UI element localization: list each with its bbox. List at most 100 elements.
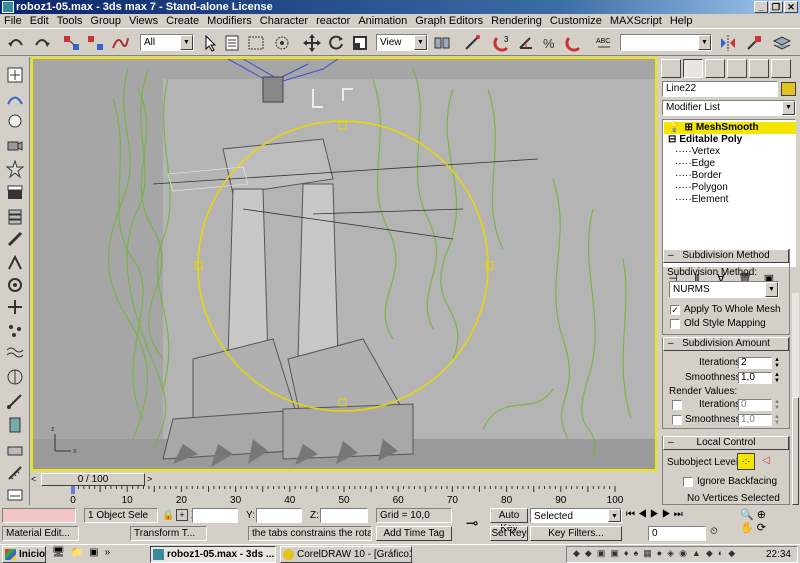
- taskbar-item-coreldraw[interactable]: CorelDRAW 10 - [Gráfico1]: [280, 546, 412, 563]
- select-by-name-icon[interactable]: [222, 33, 242, 53]
- x-coordinate-field[interactable]: [192, 508, 238, 523]
- maxscript-listener[interactable]: [2, 508, 76, 523]
- camera-match-icon[interactable]: [5, 439, 25, 459]
- mini-curve-editor-icon[interactable]: [0, 486, 30, 506]
- menu-views[interactable]: Views: [129, 14, 158, 28]
- edit-named-selection-icon[interactable]: ABC: [594, 33, 614, 53]
- start-button[interactable]: Inicio: [2, 546, 46, 563]
- named-selection-dropdown[interactable]: ▼: [620, 34, 712, 51]
- track-bar[interactable]: 0 10 20 30 40 50 60 70 80 90 100: [31, 486, 657, 506]
- key-icon[interactable]: ⊸: [458, 514, 486, 536]
- play-icon[interactable]: ▶: [650, 509, 662, 520]
- create-objects-icon[interactable]: [5, 65, 25, 85]
- rectangular-selection-icon[interactable]: [246, 33, 266, 53]
- more-icon[interactable]: »: [105, 547, 117, 558]
- bones-icon[interactable]: [5, 391, 25, 411]
- time-slider-prev-icon[interactable]: <: [31, 474, 40, 485]
- lock-selection-icon[interactable]: 🔒: [162, 510, 174, 521]
- render-iterations-spinner[interactable]: 0 ▲ ▼: [738, 399, 780, 411]
- menu-animation[interactable]: Animation: [358, 14, 407, 28]
- edge-level-button[interactable]: ◁: [757, 453, 775, 470]
- time-configuration-icon[interactable]: ⏲: [710, 526, 718, 537]
- transform-type-in-task[interactable]: Transform T...: [130, 526, 207, 541]
- create-tab-icon[interactable]: [661, 59, 681, 78]
- old-style-mapping-checkbox[interactable]: [670, 319, 680, 329]
- menu-character[interactable]: Character: [260, 14, 308, 28]
- pan-icon[interactable]: ✋: [740, 522, 757, 534]
- absolute-mode-icon[interactable]: +: [176, 509, 188, 521]
- app-icon[interactable]: [2, 1, 14, 13]
- current-frame-field[interactable]: 0: [648, 526, 706, 541]
- select-and-manipulate-icon[interactable]: [462, 33, 482, 53]
- menu-tools[interactable]: Tools: [57, 14, 83, 28]
- time-slider-thumb[interactable]: 0 / 100: [41, 473, 145, 486]
- minimize-button[interactable]: _: [754, 1, 768, 13]
- hierarchy-tab-icon[interactable]: [705, 59, 725, 78]
- modifier-list-dropdown[interactable]: Modifier List ▼: [662, 100, 796, 116]
- render-smoothness-spinner[interactable]: 1,0 ▲ ▼: [738, 414, 780, 426]
- key-filters-button[interactable]: Key Filters...: [530, 526, 622, 541]
- menu-create[interactable]: Create: [166, 14, 199, 28]
- expand-icon[interactable]: ⊞: [684, 122, 692, 133]
- desktop-icon[interactable]: 🖥: [52, 547, 71, 558]
- go-to-start-icon[interactable]: ⏮: [626, 509, 638, 520]
- lightbulb-icon[interactable]: 💡: [668, 122, 680, 133]
- render-smoothness-checkbox[interactable]: [672, 415, 682, 425]
- select-object-icon[interactable]: [200, 33, 220, 53]
- space-warps-icon[interactable]: [5, 343, 25, 363]
- subdivision-method-dropdown[interactable]: NURMS ▼: [669, 281, 779, 298]
- material-editor-task[interactable]: Material Edit...: [2, 526, 79, 541]
- window-icon[interactable]: ▣: [89, 547, 104, 558]
- systems-icon[interactable]: [5, 367, 25, 387]
- set-key-button[interactable]: Set Key: [490, 526, 528, 541]
- object-color-swatch[interactable]: [781, 82, 796, 96]
- time-slider-next-icon[interactable]: >: [147, 474, 156, 485]
- stack-item-meshsmooth[interactable]: 💡 ⊞ MeshSmooth: [664, 122, 796, 134]
- display-icon[interactable]: [5, 253, 25, 273]
- selection-filter-dropdown[interactable]: All ▼: [140, 34, 194, 51]
- unlink-icon[interactable]: [86, 33, 106, 53]
- particles-icon[interactable]: [5, 321, 25, 341]
- zoom-icon[interactable]: 🔍: [740, 509, 757, 521]
- menu-file[interactable]: File: [4, 14, 22, 28]
- menu-edit[interactable]: Edit: [30, 14, 49, 28]
- stack-subobject-element[interactable]: ·····Element: [675, 194, 728, 206]
- taskbar-item-3dsmax[interactable]: roboz1-05.max - 3ds ...: [150, 546, 276, 563]
- apply-whole-mesh-checkbox[interactable]: ✓: [670, 305, 680, 315]
- helpers-icon[interactable]: [5, 159, 25, 179]
- redo-icon[interactable]: [32, 33, 52, 53]
- subdivision-method-header[interactable]: – Subdivision Method: [663, 249, 789, 263]
- collapse-icon[interactable]: ⊟: [668, 134, 676, 145]
- motion-tab-icon[interactable]: [727, 59, 747, 78]
- menu-rendering[interactable]: Rendering: [491, 14, 542, 28]
- stack-subobject-edge[interactable]: ·····Edge: [675, 158, 715, 170]
- shapes-icon[interactable]: [5, 89, 25, 109]
- close-button[interactable]: ✕: [784, 1, 798, 13]
- menu-graph-editors[interactable]: Graph Editors: [415, 14, 483, 28]
- window-crossing-icon[interactable]: [272, 33, 292, 53]
- go-to-end-icon[interactable]: ⏭: [674, 509, 686, 520]
- modify-tab-icon[interactable]: [683, 59, 703, 78]
- utilities-tab-icon[interactable]: [771, 59, 791, 78]
- select-and-link-icon[interactable]: [62, 33, 82, 53]
- align-icon[interactable]: [744, 33, 764, 53]
- stack-subobject-vertex[interactable]: ·····Vertex: [675, 146, 720, 158]
- pivot-point-center-icon[interactable]: [432, 33, 452, 53]
- measure-icon[interactable]: [5, 463, 25, 483]
- panel-scrollbar[interactable]: [792, 293, 799, 505]
- iterations-spinner[interactable]: 2 ▲ ▼: [738, 357, 780, 369]
- explorer-icon[interactable]: 📁: [71, 547, 89, 558]
- menu-help[interactable]: Help: [670, 14, 693, 28]
- perspective-viewport[interactable]: zx: [31, 57, 657, 471]
- cameras-icon[interactable]: [5, 135, 25, 155]
- y-coordinate-field[interactable]: [256, 508, 302, 523]
- menu-maxscript[interactable]: MAXScript: [610, 14, 662, 28]
- tray-icons[interactable]: ◆◆▣▣♦♠▦●◈◉▲◆◐◆: [573, 548, 740, 559]
- hierarchy-icon[interactable]: [5, 207, 25, 227]
- bind-space-warp-icon[interactable]: [110, 33, 130, 53]
- utilities-icon[interactable]: [5, 275, 25, 295]
- local-control-header[interactable]: – Local Control: [663, 436, 789, 450]
- time-slider[interactable]: < 0 / 100 >: [31, 472, 657, 486]
- reference-coordinate-dropdown[interactable]: View ▼: [376, 34, 428, 51]
- auto-key-button[interactable]: Auto Key: [490, 508, 528, 534]
